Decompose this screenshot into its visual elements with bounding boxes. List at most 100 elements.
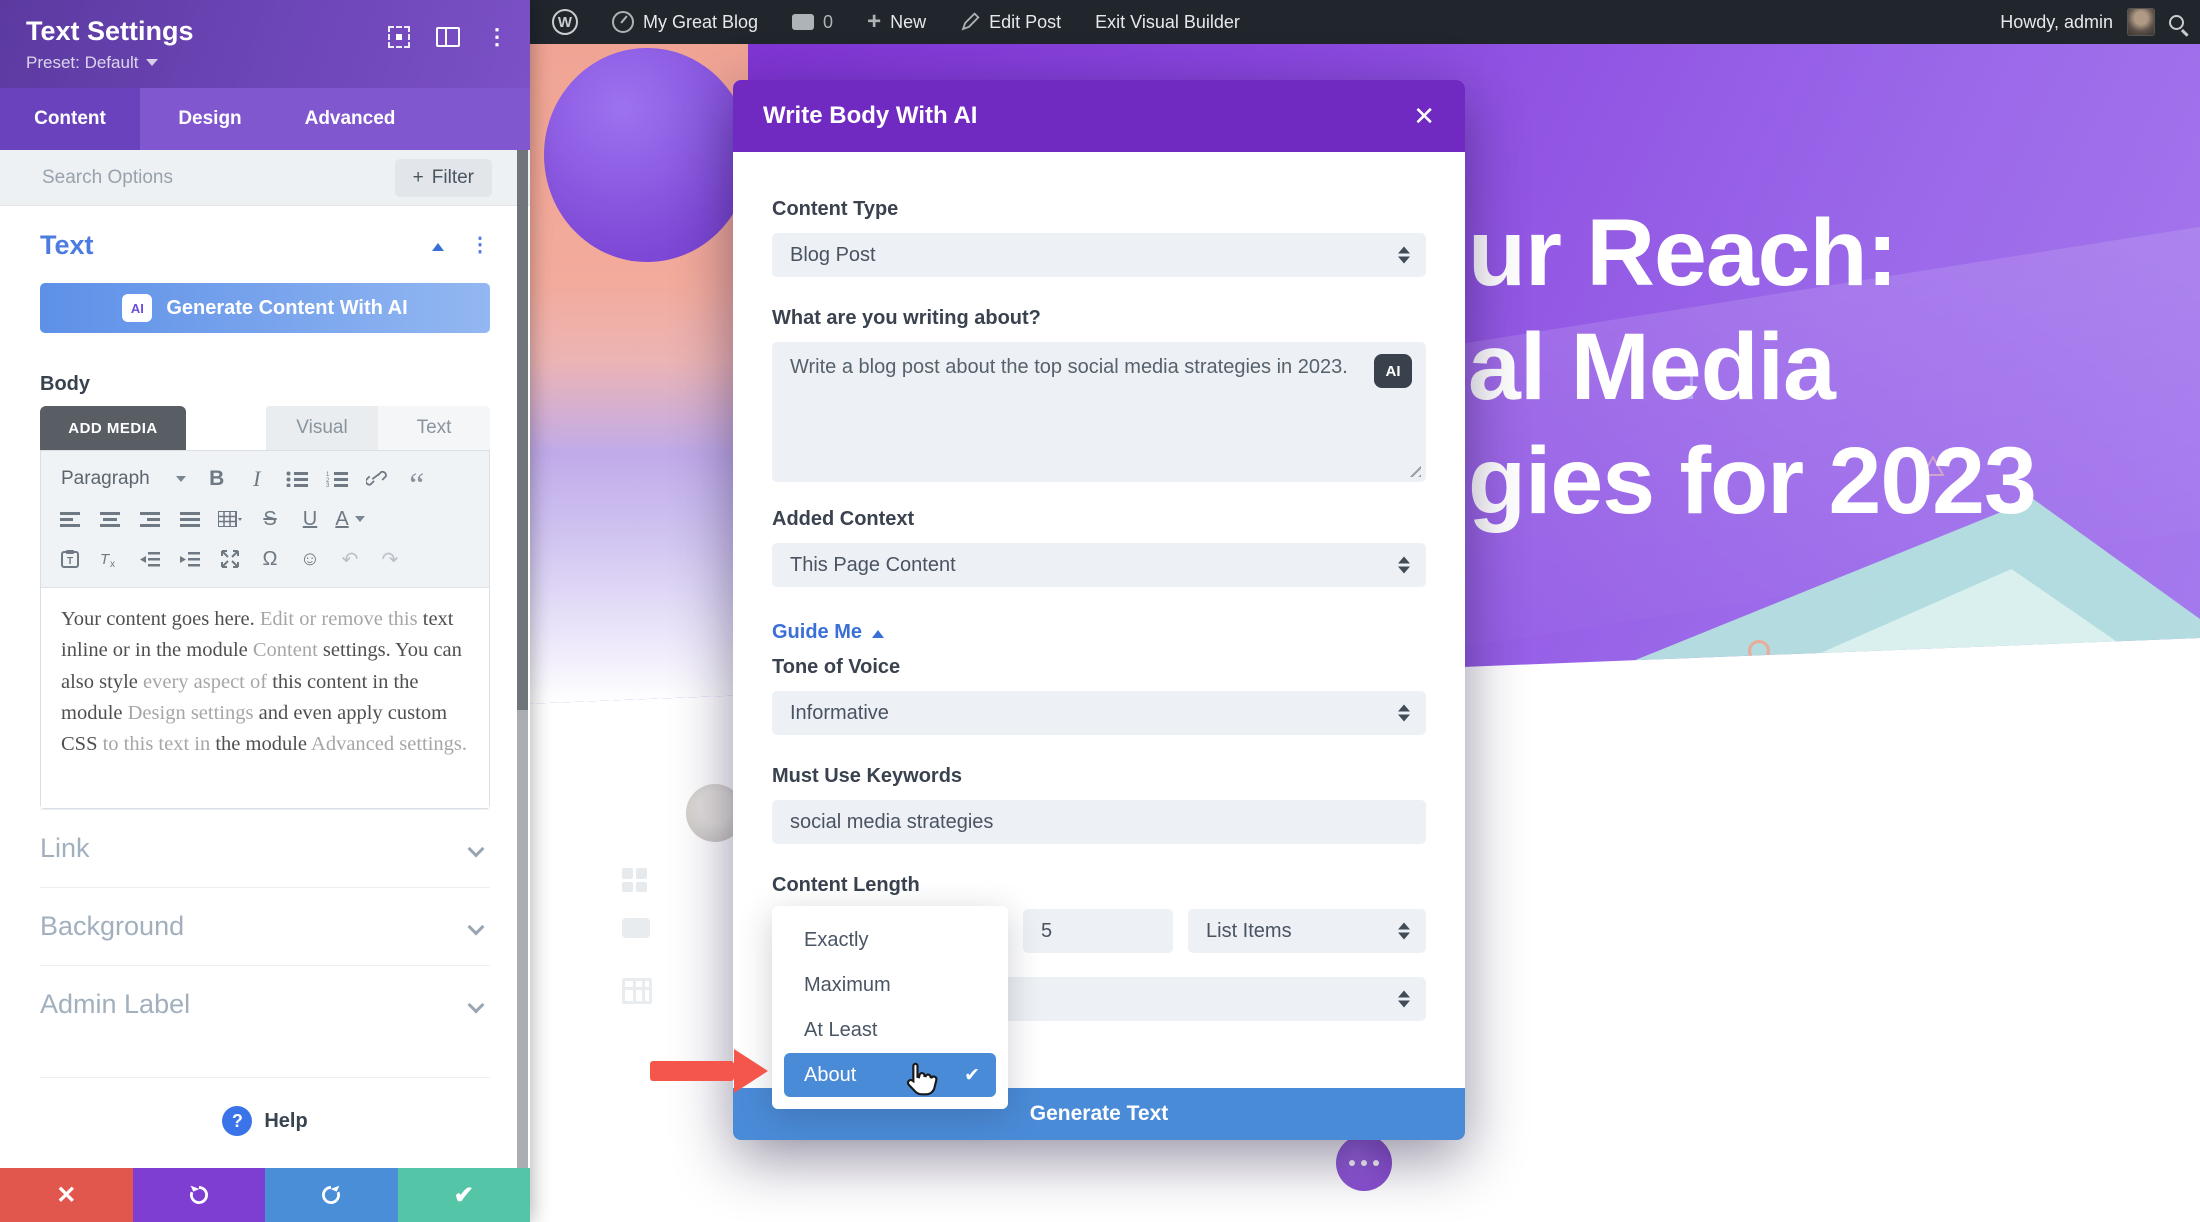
focus-mode-icon[interactable]: [388, 26, 410, 48]
indent-icon[interactable]: [173, 543, 207, 575]
resize-handle-icon[interactable]: [1408, 464, 1421, 477]
content-length-block: Content Length 5 List Items: [772, 874, 1426, 1021]
justify-icon[interactable]: [173, 503, 207, 535]
tab-content[interactable]: Content: [0, 88, 140, 150]
underline-icon[interactable]: U: [293, 503, 327, 535]
help-label: Help: [264, 1110, 307, 1133]
site-name: My Great Blog: [643, 12, 758, 33]
paste-as-text-icon[interactable]: T: [53, 543, 87, 575]
preset-selector[interactable]: Preset: Default: [26, 53, 504, 73]
edit-post-menu[interactable]: Edit Post: [948, 0, 1073, 44]
panel-header: Text Settings Preset: Default ⋮: [0, 0, 530, 88]
undo-button[interactable]: [133, 1168, 266, 1222]
outdent-icon[interactable]: [133, 543, 167, 575]
close-icon[interactable]: ✕: [1413, 103, 1435, 129]
guide-me-label: Guide Me: [772, 621, 862, 644]
wp-logo-menu[interactable]: W: [540, 0, 590, 44]
redo-icon[interactable]: ↷: [373, 543, 407, 575]
editor-content[interactable]: Your content goes here. Edit or remove t…: [41, 588, 489, 808]
new-menu[interactable]: + New: [855, 0, 938, 44]
align-left-icon[interactable]: [53, 503, 87, 535]
fullscreen-icon[interactable]: [213, 543, 247, 575]
tone-select[interactable]: Informative: [772, 691, 1426, 735]
undo-icon[interactable]: ↶: [333, 543, 367, 575]
blockquote-icon[interactable]: “: [400, 463, 434, 495]
editor-tab-text[interactable]: Text: [378, 406, 490, 450]
discard-button[interactable]: ✕: [0, 1168, 133, 1222]
section-background[interactable]: Background: [40, 887, 490, 965]
panel-body: Text ⋮ AI Generate Content With AI Body …: [0, 206, 530, 1168]
align-right-icon[interactable]: [133, 503, 167, 535]
chevron-down-icon: [468, 918, 485, 935]
clear-formatting-icon[interactable]: Tx: [93, 543, 127, 575]
hand-cursor-icon: [900, 1059, 940, 1103]
dashboard-gauge-icon: [612, 11, 634, 33]
bullet-list-icon[interactable]: [280, 463, 314, 495]
panel-menu-icon[interactable]: ⋮: [486, 31, 508, 43]
settings-tabs: Content Design Advanced: [0, 88, 530, 150]
howdy-label[interactable]: Howdy, admin: [2000, 12, 2113, 33]
numbered-list-icon[interactable]: 123: [320, 463, 354, 495]
save-button[interactable]: ✔: [398, 1168, 531, 1222]
tab-advanced[interactable]: Advanced: [280, 88, 420, 150]
text-color-letter: A: [335, 508, 348, 531]
scrollbar-thumb[interactable]: [517, 150, 528, 710]
section-link[interactable]: Link: [40, 809, 490, 887]
generate-content-ai-button[interactable]: AI Generate Content With AI: [40, 283, 490, 333]
content-type-select[interactable]: Blog Post: [772, 233, 1426, 277]
ai-improve-icon[interactable]: AI: [1374, 354, 1412, 388]
tab-design[interactable]: Design: [140, 88, 280, 150]
text-section-menu-icon[interactable]: ⋮: [470, 240, 490, 251]
more-options-fab[interactable]: [1336, 1135, 1392, 1191]
tone-label: Tone of Voice: [772, 656, 1426, 679]
exit-visual-builder[interactable]: Exit Visual Builder: [1083, 0, 1252, 44]
keywords-input[interactable]: social media strategies: [772, 800, 1426, 844]
collapse-chevron-up-icon[interactable]: [432, 237, 444, 251]
paragraph-style-dropdown[interactable]: Paragraph: [53, 468, 194, 490]
chevron-down-icon: [146, 59, 158, 72]
option-about-selected[interactable]: About ✔: [784, 1053, 996, 1097]
hero-heading: ur Reach: al Media gies for 2023: [1468, 196, 2036, 538]
table-icon[interactable]: [213, 503, 247, 535]
comments-menu[interactable]: 0: [780, 0, 845, 44]
preset-label: Preset: Default: [26, 53, 138, 73]
panel-layout-icon[interactable]: [436, 27, 460, 47]
content-text: Design settings: [128, 702, 259, 724]
editor-tab-visual[interactable]: Visual: [266, 406, 378, 450]
pencil-icon: [960, 12, 980, 32]
bold-icon[interactable]: B: [200, 463, 234, 495]
strikethrough-icon[interactable]: S: [253, 503, 287, 535]
option-exactly[interactable]: Exactly: [772, 918, 1008, 963]
select-stepper-icon: [1398, 699, 1410, 728]
writing-about-textarea[interactable]: Write a blog post about the top social m…: [772, 342, 1426, 482]
user-avatar[interactable]: [2127, 8, 2155, 36]
search-icon[interactable]: [2169, 15, 2184, 30]
wordpress-logo-icon: W: [552, 9, 578, 35]
paragraph-label: Paragraph: [61, 468, 150, 490]
help-button[interactable]: ? Help: [40, 1077, 490, 1136]
add-media-button[interactable]: ADD MEDIA: [40, 406, 186, 450]
content-length-value-input[interactable]: 5: [1023, 909, 1173, 953]
option-maximum[interactable]: Maximum: [772, 963, 1008, 1008]
link-icon[interactable]: [360, 463, 394, 495]
search-options-input[interactable]: [40, 166, 395, 190]
added-context-select[interactable]: This Page Content: [772, 543, 1426, 587]
site-menu[interactable]: My Great Blog: [600, 0, 770, 44]
redo-button[interactable]: [265, 1168, 398, 1222]
check-icon: ✔: [964, 1064, 980, 1087]
red-pointer-arrow: [650, 1049, 768, 1093]
special-character-icon[interactable]: Ω: [253, 543, 287, 575]
exit-visual-builder-label: Exit Visual Builder: [1095, 12, 1240, 33]
chevron-down-icon: [355, 516, 365, 527]
content-length-unit-select[interactable]: List Items: [1188, 909, 1426, 953]
guide-me-toggle[interactable]: Guide Me: [772, 621, 1426, 644]
content-length-label: Content Length: [772, 874, 1426, 897]
italic-icon[interactable]: I: [240, 463, 274, 495]
filter-button[interactable]: + Filter: [395, 159, 492, 197]
text-color-icon[interactable]: A: [333, 503, 367, 535]
panel-scrollbar[interactable]: [517, 150, 528, 1168]
align-center-icon[interactable]: [93, 503, 127, 535]
emoji-icon[interactable]: ☺: [293, 543, 327, 575]
option-at-least[interactable]: At Least: [772, 1008, 1008, 1053]
section-admin-label[interactable]: Admin Label: [40, 965, 490, 1043]
